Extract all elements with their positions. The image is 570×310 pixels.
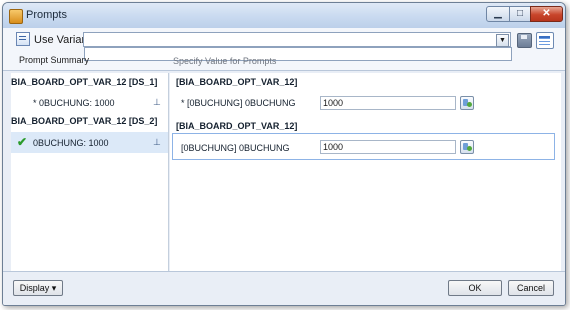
specify-value-label: Specify Value for Prompts — [173, 56, 277, 66]
select-values-icon[interactable] — [460, 96, 474, 110]
chevron-down-icon: ▾ — [51, 283, 57, 293]
summary-item[interactable]: 0BUCHUNG: 1000 — [33, 138, 109, 148]
prompts-dialog: Prompts ▁ □ ✕ Use Variant ▼ Prompt Summa… — [2, 2, 566, 306]
pin-icon[interactable]: ⊥ — [153, 137, 161, 148]
dialog-footer: Display ▾ OK Cancel — [3, 271, 565, 305]
summary-group-title: BIA_BOARD_OPT_VAR_12 [DS_1] — [11, 77, 158, 87]
check-icon: ✔ — [17, 135, 28, 149]
grid-view-icon[interactable] — [536, 32, 554, 49]
summary-group-title: BIA_BOARD_OPT_VAR_12 [DS_2] — [11, 116, 158, 126]
cancel-button[interactable]: Cancel — [508, 280, 554, 296]
chevron-down-icon[interactable]: ▼ — [496, 34, 509, 47]
param-group-title: [BIA_BOARD_OPT_VAR_12] — [176, 121, 298, 131]
close-button[interactable]: ✕ — [530, 6, 563, 22]
param-label: [0BUCHUNG] 0BUCHUNG — [181, 143, 290, 153]
display-label: Display — [19, 283, 50, 293]
ok-button[interactable]: OK — [448, 280, 502, 296]
save-variant-button[interactable] — [517, 33, 532, 48]
param-group-title: [BIA_BOARD_OPT_VAR_12] — [176, 77, 298, 87]
variant-icon — [16, 32, 30, 46]
title-bar: Prompts ▁ □ ✕ — [3, 3, 565, 28]
variant-dropdown[interactable]: ▼ — [83, 32, 511, 47]
param-label: * [0BUCHUNG] 0BUCHUNG — [181, 98, 296, 108]
pin-icon[interactable]: ⊥ — [153, 97, 161, 108]
param-value-input[interactable]: 1000 — [320, 96, 456, 110]
prompt-summary-label: Prompt Summary — [19, 55, 90, 65]
window-title: Prompts — [26, 9, 67, 21]
select-values-icon[interactable] — [460, 140, 474, 154]
summary-item[interactable]: * 0BUCHUNG: 1000 — [33, 98, 115, 108]
maximize-button[interactable]: □ — [509, 6, 531, 22]
minimize-button[interactable]: ▁ — [486, 6, 510, 22]
param-value-input[interactable]: 1000 — [320, 140, 456, 154]
app-icon — [9, 9, 23, 24]
display-menu-button[interactable]: Display ▾ — [13, 280, 63, 296]
variant-toolbar: Use Variant ▼ Prompt Summary Specify Val… — [3, 28, 565, 71]
prompt-summary-field[interactable] — [84, 47, 512, 61]
